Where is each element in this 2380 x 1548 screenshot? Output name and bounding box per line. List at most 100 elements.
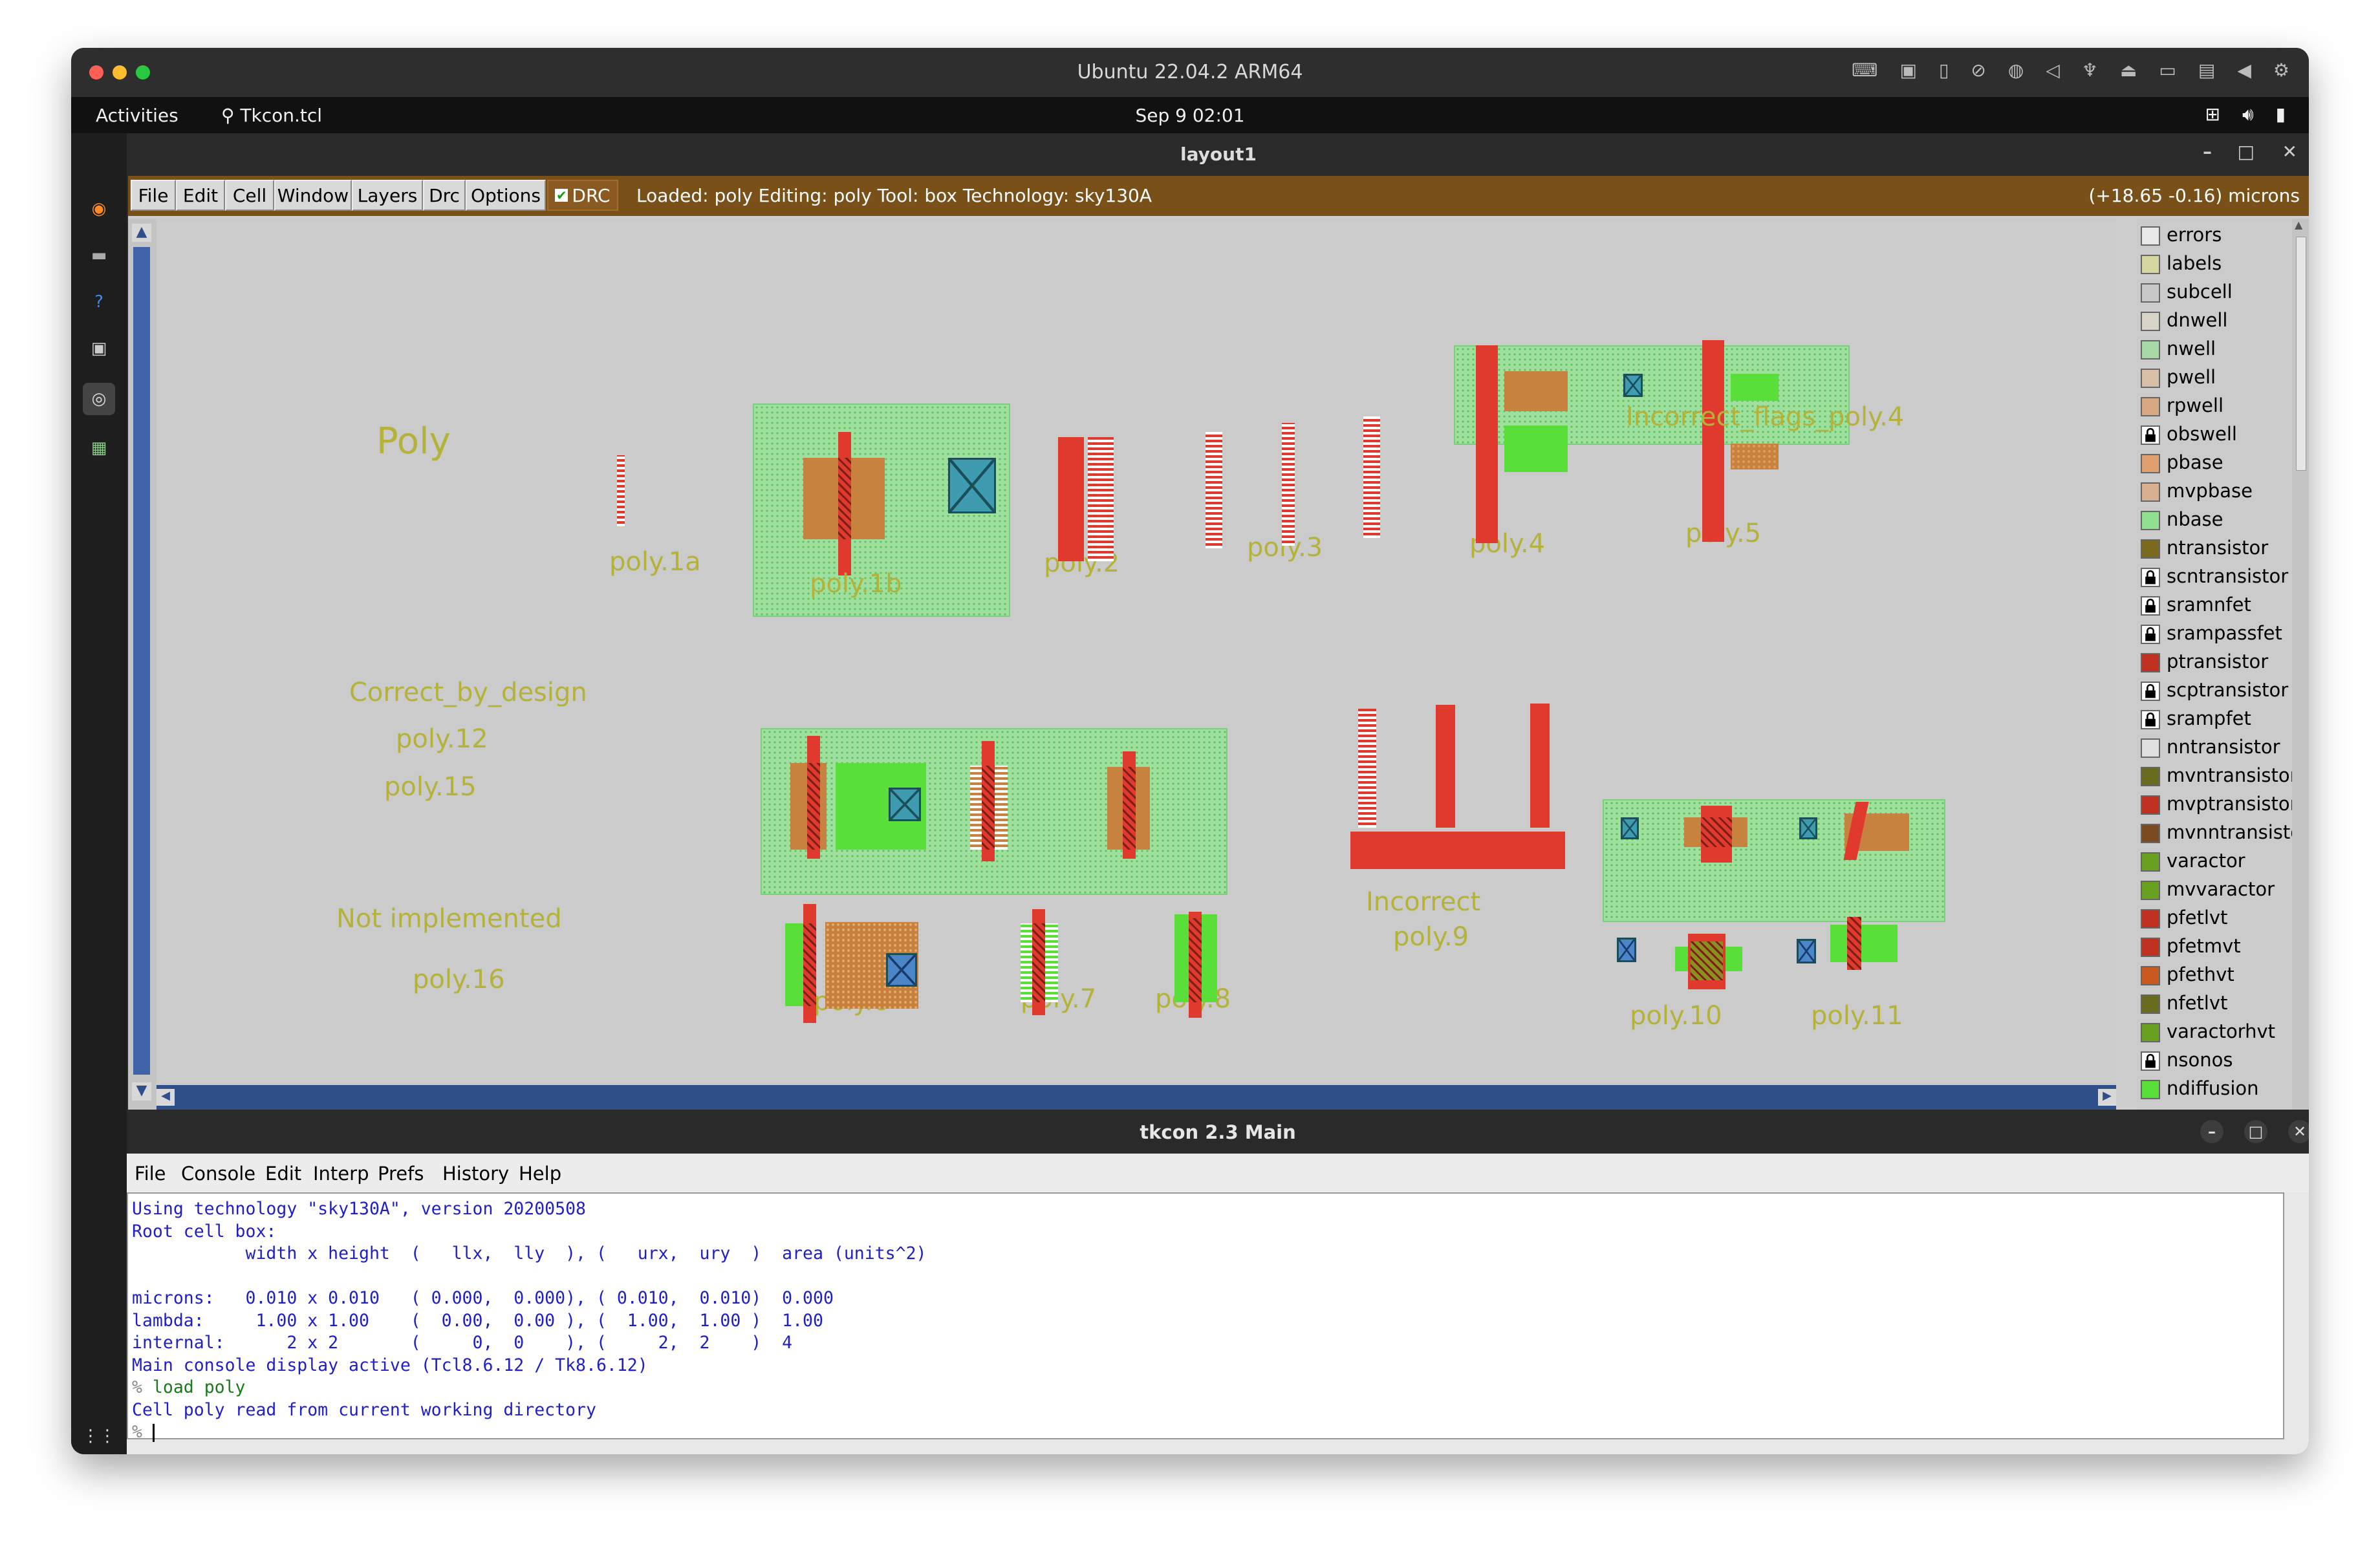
poly-9-stripe-3[interactable]	[1530, 704, 1550, 828]
poly-11-ndiffusion[interactable]	[1830, 925, 1898, 962]
menu-file[interactable]: File	[131, 180, 176, 211]
layers-scroll-up-icon[interactable]: ▲	[2295, 219, 2306, 231]
layer-row[interactable]: pbase	[2137, 449, 2292, 477]
menu-layers[interactable]: Layers	[352, 180, 423, 211]
network-icon[interactable]: ◍	[2008, 59, 2024, 81]
layer-row[interactable]: nbase	[2137, 506, 2292, 534]
minimize-button[interactable]: –	[2203, 141, 2212, 162]
poly-1a-stripe[interactable]	[617, 455, 625, 526]
layer-row[interactable]: nwell	[2137, 335, 2292, 363]
speaker-icon[interactable]: ◁	[2046, 59, 2060, 81]
poly-10-contact-b-icon[interactable]	[1617, 938, 1636, 962]
camera-off-icon[interactable]: ⊘	[1971, 59, 1985, 81]
scroll-up-arrow-icon[interactable]: ▲	[132, 224, 151, 242]
poly-3-stripe-1[interactable]	[1206, 432, 1222, 548]
poly-10-transistor-b[interactable]	[1691, 941, 1723, 980]
drive-icon[interactable]: ⏏	[2120, 59, 2137, 81]
poly-10-contact-a-icon[interactable]	[1621, 817, 1639, 839]
layer-row[interactable]: ptransistor	[2137, 648, 2292, 676]
layer-row[interactable]: dnwell	[2137, 306, 2292, 335]
cbd-contact-icon[interactable]	[889, 788, 921, 821]
cpu-icon[interactable]: ▣	[1899, 59, 1916, 81]
poly-7-transistor[interactable]	[1032, 923, 1045, 1002]
tkcon-menu-console[interactable]: Console	[181, 1163, 255, 1185]
layer-row[interactable]: errors	[2137, 221, 2292, 250]
layer-row[interactable]: nntransistor	[2137, 733, 2292, 762]
tkcon-menu-prefs[interactable]: Prefs	[378, 1163, 424, 1185]
layer-row[interactable]: varactorhvt	[2137, 1018, 2292, 1046]
back-icon[interactable]: ◀	[2237, 59, 2251, 81]
microphone-icon[interactable]: ♆	[2082, 59, 2098, 81]
menu-drc[interactable]: Drc	[423, 180, 466, 211]
terminal-icon[interactable]: ▣	[83, 332, 115, 365]
poly-9-stripe-2[interactable]	[1436, 705, 1455, 828]
poly-9-bar[interactable]	[1350, 832, 1565, 869]
layer-row[interactable]: scptransistor	[2137, 676, 2292, 705]
poly-6-transistor[interactable]	[803, 923, 816, 1006]
poly-11-contact-a-icon[interactable]	[1799, 817, 1817, 839]
cbd-transistor-1[interactable]	[807, 763, 820, 850]
layer-row[interactable]: ndiffusion	[2137, 1075, 2292, 1103]
layers-scroll-thumb[interactable]	[2296, 237, 2306, 471]
layer-row[interactable]: srampfet	[2137, 705, 2292, 733]
system-tray[interactable]: ⊞ 🔊︎ ▮	[2205, 103, 2286, 125]
cbd-transistor-3[interactable]	[1123, 767, 1136, 850]
layer-row[interactable]: pfetmvt	[2137, 932, 2292, 961]
folder-icon[interactable]: ▤	[2198, 59, 2215, 81]
tkcon-dock-icon[interactable]: ◎	[83, 383, 115, 415]
poly-5-ndiffusion[interactable]	[1731, 374, 1779, 401]
cbd-transistor-2[interactable]	[982, 766, 995, 850]
poly-1b-transistor[interactable]	[838, 458, 851, 539]
vertical-scroll-thumb[interactable]	[133, 247, 150, 1075]
poly-2-stripe-right[interactable]	[1088, 437, 1114, 561]
menu-options[interactable]: Options	[466, 180, 546, 211]
poly-2-stripe-left[interactable]	[1058, 437, 1084, 561]
layout-canvas[interactable]: Poly poly.1a poly.1b poly.2 poly.3 poly.…	[157, 219, 2116, 1085]
scroll-left-arrow-icon[interactable]: ◀	[157, 1089, 175, 1106]
tkcon-menu-help[interactable]: Help	[519, 1163, 561, 1185]
usb-icon[interactable]: ▯	[1939, 59, 1949, 81]
poly-5-gate[interactable]	[1702, 340, 1724, 542]
menu-edit[interactable]: Edit	[176, 180, 225, 211]
poly-11-transistor-b[interactable]	[1847, 917, 1861, 970]
trash-icon[interactable]: ▦	[83, 432, 115, 464]
tkcon-menu-interp[interactable]: Interp	[313, 1163, 369, 1185]
layer-row[interactable]: ntransistor	[2137, 534, 2292, 563]
layer-row[interactable]: pfetlvt	[2137, 904, 2292, 932]
layer-row[interactable]: mvptransistor	[2137, 790, 2292, 819]
show-apps-icon[interactable]: ⋮⋮	[82, 1420, 116, 1452]
layer-row[interactable]: mvpbase	[2137, 477, 2292, 506]
layer-row[interactable]: rpwell	[2137, 392, 2292, 420]
poly-3-stripe-2[interactable]	[1282, 423, 1295, 546]
layer-row[interactable]: srampassfet	[2137, 619, 2292, 648]
poly-4-diffusion[interactable]	[1504, 371, 1568, 411]
tkcon-menu-history[interactable]: History	[442, 1163, 509, 1185]
console-input-line[interactable]: %	[132, 1422, 155, 1442]
horizontal-scrollbar[interactable]: ◀ ▶	[157, 1085, 2116, 1110]
menu-window[interactable]: Window	[274, 180, 352, 211]
clock[interactable]: Sep 9 02:01	[71, 105, 2309, 126]
keyboard-icon[interactable]: ⌨	[1852, 59, 1877, 81]
menu-cell[interactable]: Cell	[225, 180, 274, 211]
maximize-button[interactable]: □	[2238, 141, 2255, 162]
layer-row[interactable]: varactor	[2137, 847, 2292, 876]
help-icon[interactable]: ?	[83, 286, 115, 318]
layers-scrollbar[interactable]: ▲	[2292, 219, 2309, 1110]
poly-4-contact-icon[interactable]	[1623, 374, 1643, 397]
layer-row[interactable]: obswell	[2137, 420, 2292, 449]
vertical-scrollbar[interactable]: ▲ ▼	[128, 219, 157, 1110]
tkcon-minimize-button[interactable]: –	[2200, 1120, 2223, 1143]
layer-row[interactable]: subcell	[2137, 278, 2292, 306]
video-icon[interactable]: ▭	[2159, 59, 2176, 81]
layer-row[interactable]: pfethvt	[2137, 961, 2292, 989]
layer-row[interactable]: nfetlvt	[2137, 989, 2292, 1018]
tkcon-close-button[interactable]: ✕	[2288, 1120, 2309, 1143]
poly-8-transistor[interactable]	[1189, 918, 1202, 1002]
layer-row[interactable]: mvntransistor	[2137, 762, 2292, 790]
poly-6-contact-icon[interactable]	[886, 953, 917, 987]
layer-row[interactable]: nsonos	[2137, 1046, 2292, 1075]
gear-icon[interactable]: ⚙	[2273, 59, 2289, 81]
layer-row[interactable]: sramnfet	[2137, 591, 2292, 619]
drc-toggle[interactable]: ✔ DRC	[547, 180, 618, 211]
layer-row[interactable]: scntransistor	[2137, 563, 2292, 591]
